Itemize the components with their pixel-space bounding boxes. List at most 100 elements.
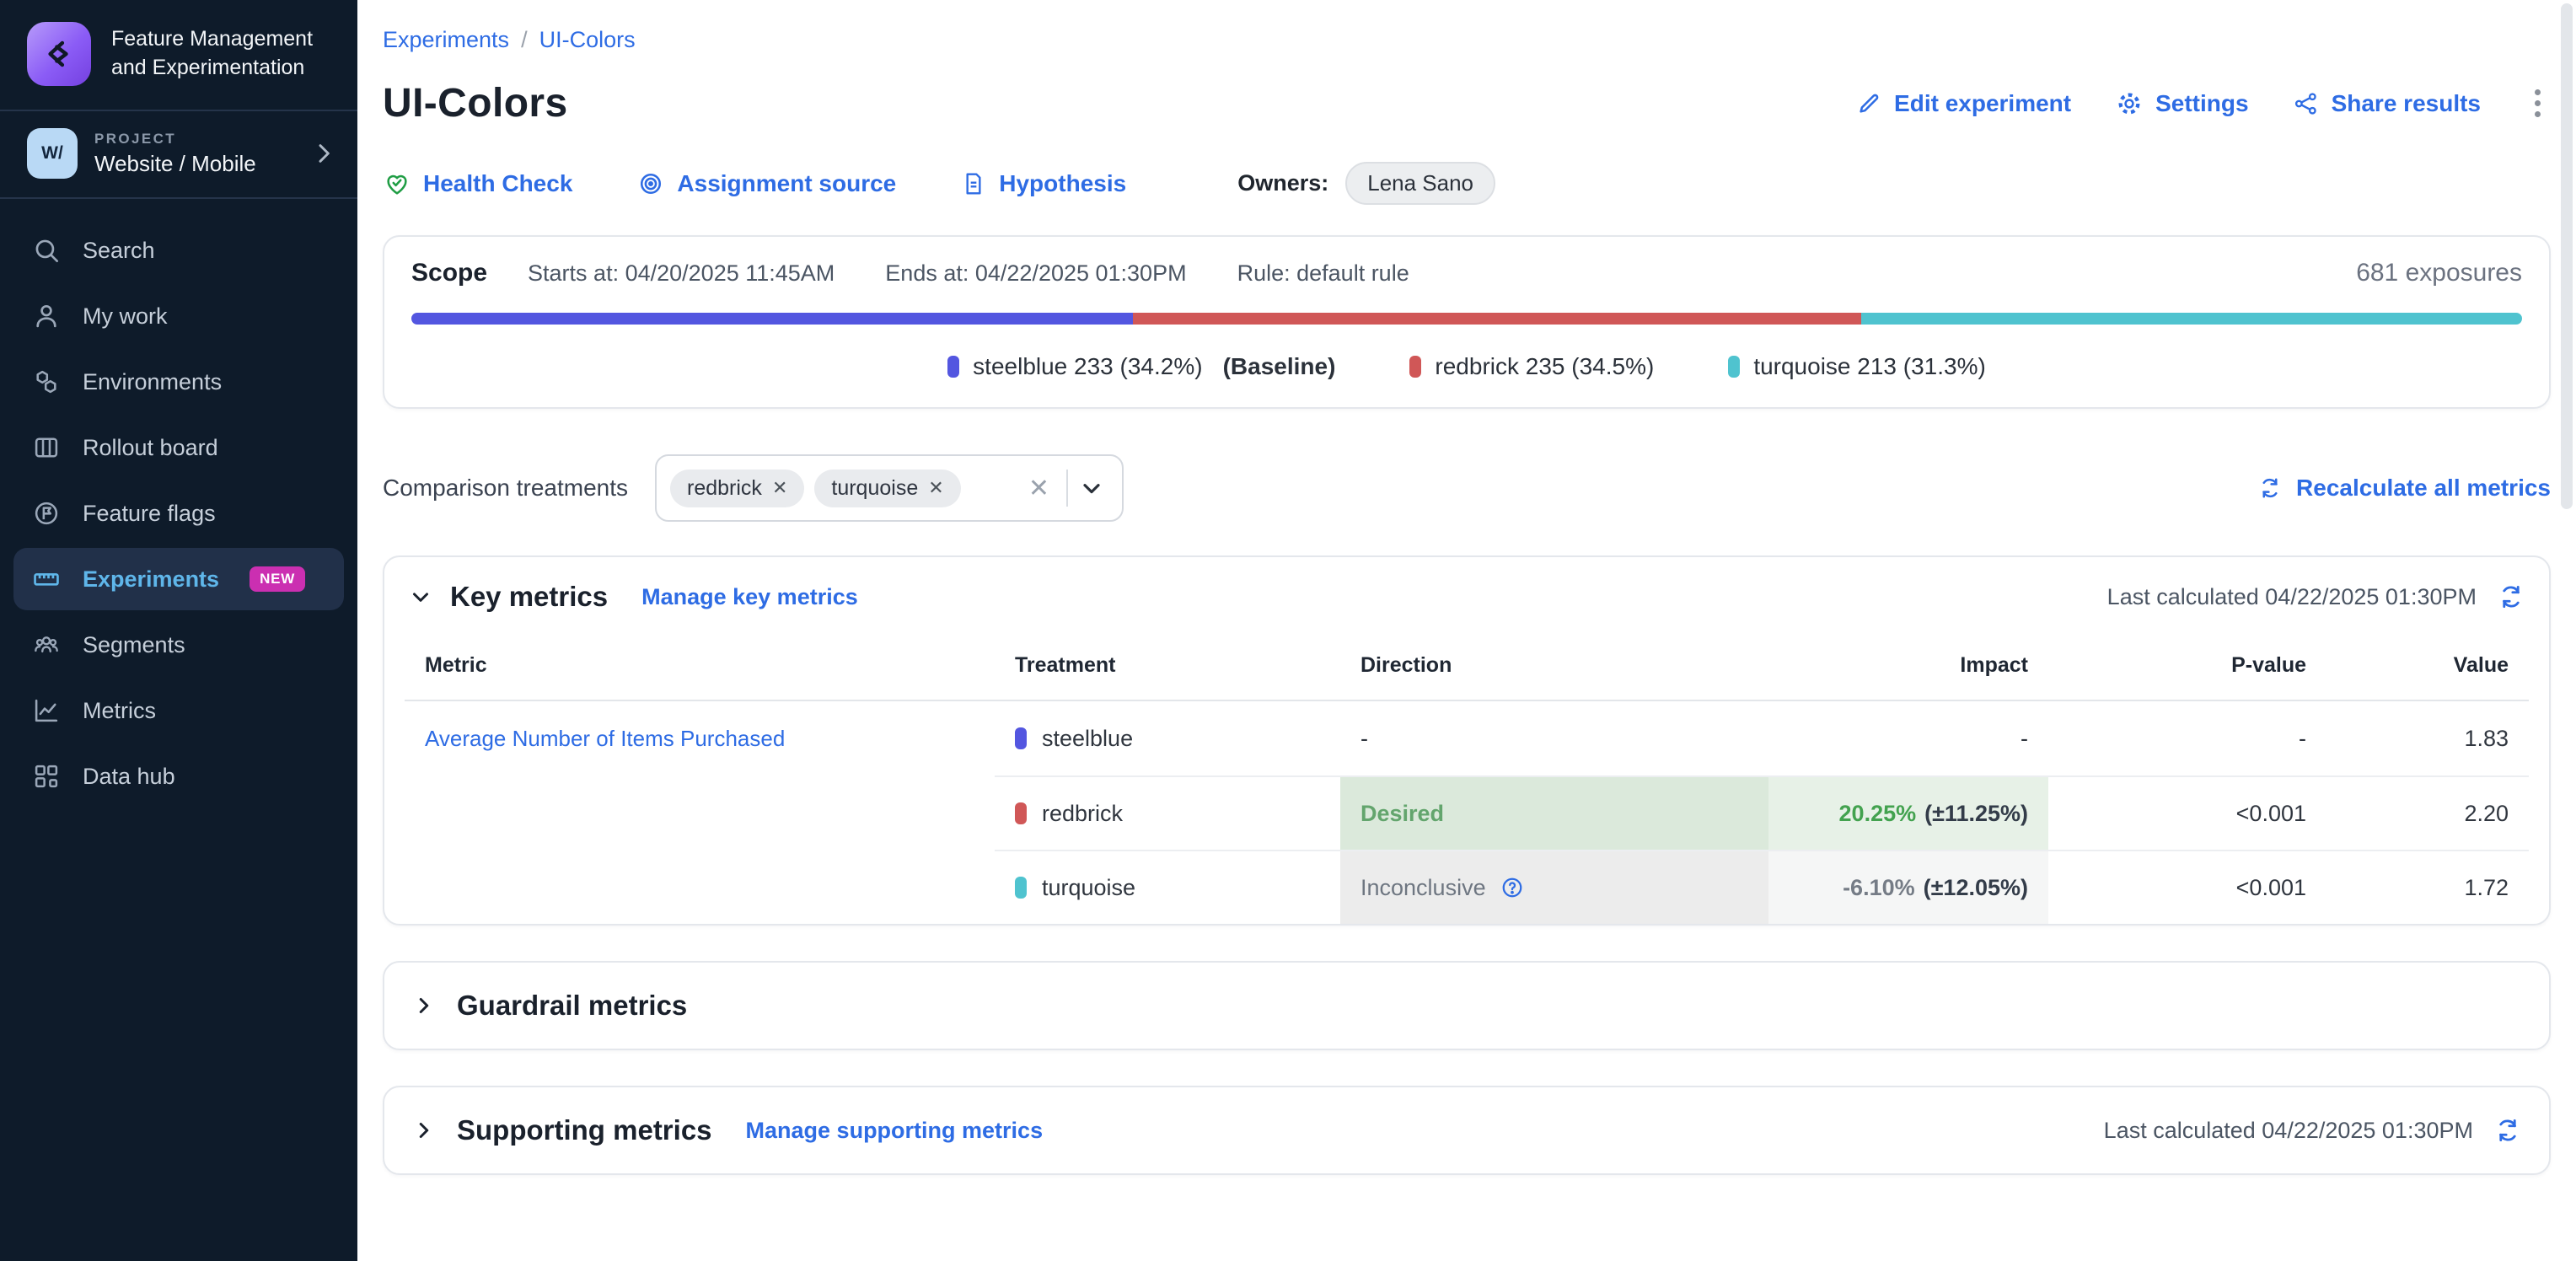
key-metrics-card: Key metrics Manage key metrics Last calc…: [383, 555, 2551, 926]
legend-item-redbrick: redbrick 235 (34.5%): [1409, 353, 1654, 380]
dist-segment-steelblue: [411, 313, 1133, 325]
guardrail-metrics-card[interactable]: Guardrail metrics: [383, 961, 2551, 1050]
chevron-down-icon[interactable]: [1078, 475, 1105, 502]
new-badge: NEW: [250, 566, 305, 592]
flag-circle-icon: [30, 497, 62, 529]
scrollbar-thumb[interactable]: [2561, 3, 2573, 509]
columns-icon: [30, 432, 62, 464]
baseline-label: (Baseline): [1223, 353, 1336, 380]
manage-key-metrics-link[interactable]: Manage key metrics: [641, 584, 858, 610]
clear-select-icon[interactable]: ✕: [1022, 474, 1056, 503]
dist-segment-turquoise: [1861, 313, 2522, 325]
breadcrumb-experiments[interactable]: Experiments: [383, 27, 509, 52]
header-actions: Edit experiment Settings Share results: [1855, 83, 2551, 124]
scope-title: Scope: [411, 259, 487, 287]
edit-experiment-button[interactable]: Edit experiment: [1855, 90, 2071, 117]
redbrick-swatch: [1015, 802, 1027, 824]
help-circle-icon[interactable]: [1500, 875, 1525, 900]
scope-rule: Rule: default rule: [1237, 260, 1409, 287]
settings-button[interactable]: Settings: [2115, 89, 2248, 118]
bullseye-icon: [636, 169, 665, 198]
search-icon: [30, 234, 62, 266]
col-direction: Direction: [1340, 633, 1768, 701]
heart-check-icon: [383, 169, 411, 198]
refresh-icon: [2257, 475, 2283, 501]
health-check-link[interactable]: Health Check: [383, 169, 572, 198]
breadcrumb: Experiments/UI-Colors: [383, 27, 2551, 53]
treatment-distribution-bar: [411, 313, 2522, 325]
refresh-icon[interactable]: [2493, 1116, 2522, 1145]
expand-chevron-icon[interactable]: [411, 993, 437, 1018]
sidebar-item-environments[interactable]: Environments: [13, 351, 344, 413]
more-options-button[interactable]: [2525, 83, 2551, 124]
treatment-cell-redbrick: redbrick: [995, 775, 1340, 850]
gear-icon: [2115, 89, 2144, 118]
sidebar-nav: Search My work Environments Rollout boar…: [0, 199, 357, 828]
owner-chip[interactable]: Lena Sano: [1345, 162, 1495, 205]
experiment-meta-row: Health Check Assignment source Hypothesi…: [383, 162, 2551, 205]
project-label: PROJECT: [94, 131, 293, 148]
value-cell: 1.83: [2326, 701, 2529, 775]
key-metrics-title: Key metrics: [450, 581, 608, 613]
metric-link[interactable]: Average Number of Items Purchased: [425, 726, 785, 752]
user-icon: [30, 300, 62, 332]
sidebar-item-search[interactable]: Search: [13, 219, 344, 282]
impact-cell: -: [1768, 701, 2048, 775]
manage-supporting-metrics-link[interactable]: Manage supporting metrics: [746, 1118, 1044, 1144]
supporting-metrics-card[interactable]: Supporting metrics Manage supporting met…: [383, 1086, 2551, 1175]
col-metric: Metric: [405, 633, 995, 701]
breadcrumb-current[interactable]: UI-Colors: [539, 27, 636, 52]
expand-chevron-icon[interactable]: [411, 1118, 437, 1143]
sidebar-item-segments[interactable]: Segments: [13, 614, 344, 676]
assignment-source-link[interactable]: Assignment source: [636, 169, 896, 198]
impact-cell-inconclusive: -6.10% (±12.05%): [1768, 850, 2048, 924]
direction-cell-inconclusive: Inconclusive: [1340, 850, 1768, 924]
sidebar-item-rollout-board[interactable]: Rollout board: [13, 416, 344, 479]
recalculate-all-metrics-button[interactable]: Recalculate all metrics: [2257, 475, 2551, 502]
app-window: Feature Management and Experimentation W…: [0, 0, 2576, 1261]
app-title: Feature Management and Experimentation: [111, 25, 334, 83]
refresh-icon[interactable]: [2497, 582, 2525, 611]
document-icon: [960, 170, 987, 197]
project-avatar: W/: [27, 128, 78, 179]
app-brand[interactable]: Feature Management and Experimentation: [0, 0, 357, 111]
project-switcher[interactable]: W/ PROJECT Website / Mobile: [0, 111, 357, 199]
guardrail-metrics-title: Guardrail metrics: [457, 990, 687, 1022]
split-logo-icon: [27, 22, 91, 86]
sidebar-item-metrics[interactable]: Metrics: [13, 679, 344, 742]
col-pvalue: P-value: [2048, 633, 2326, 701]
supporting-metrics-last-calculated: Last calculated 04/22/2025 01:30PM: [2104, 1116, 2522, 1145]
impact-cell-desired: 20.25% (±11.25%): [1768, 775, 2048, 850]
treatment-cell-turquoise: turquoise: [995, 850, 1340, 924]
share-icon: [2293, 90, 2320, 117]
sidebar-item-data-hub[interactable]: Data hub: [13, 745, 344, 808]
pvalue-cell: <0.001: [2048, 775, 2326, 850]
sidebar-item-experiments[interactable]: Experiments NEW: [13, 548, 344, 610]
share-results-button[interactable]: Share results: [2293, 90, 2481, 117]
sidebar-item-feature-flags[interactable]: Feature flags: [13, 482, 344, 545]
treatment-cell-steelblue: steelblue: [995, 701, 1340, 775]
direction-cell: -: [1340, 701, 1768, 775]
legend-item-steelblue: steelblue 233 (34.2%) (Baseline): [947, 353, 1335, 380]
comparison-treatments-label: Comparison treatments: [383, 475, 628, 502]
key-metrics-table: Metric Treatment Direction Impact P-valu…: [405, 633, 2529, 924]
collapse-chevron-icon[interactable]: [408, 584, 433, 609]
hypothesis-link[interactable]: Hypothesis: [960, 170, 1126, 197]
scope-starts: Starts at: 04/20/2025 11:45AM: [528, 260, 835, 287]
exposures-count: 681 exposures: [2356, 259, 2522, 287]
people-icon: [30, 629, 62, 661]
supporting-metrics-title: Supporting metrics: [457, 1114, 712, 1146]
turquoise-swatch: [1728, 356, 1740, 378]
chart-line-icon: [30, 695, 62, 727]
comparison-treatments-select[interactable]: redbrick✕ turquoise✕ ✕: [655, 454, 1124, 522]
sidebar-item-my-work[interactable]: My work: [13, 285, 344, 347]
owners-label: Owners:: [1237, 170, 1328, 196]
hexagons-icon: [30, 366, 62, 398]
redbrick-swatch: [1409, 356, 1421, 378]
remove-redbrick-icon[interactable]: ✕: [772, 477, 787, 499]
remove-turquoise-icon[interactable]: ✕: [928, 477, 943, 499]
pencil-icon: [1855, 90, 1882, 117]
project-name: Website / Mobile: [94, 151, 293, 177]
legend-item-turquoise: turquoise 213 (31.3%): [1728, 353, 1986, 380]
distribution-legend: steelblue 233 (34.2%) (Baseline) redbric…: [411, 353, 2522, 380]
